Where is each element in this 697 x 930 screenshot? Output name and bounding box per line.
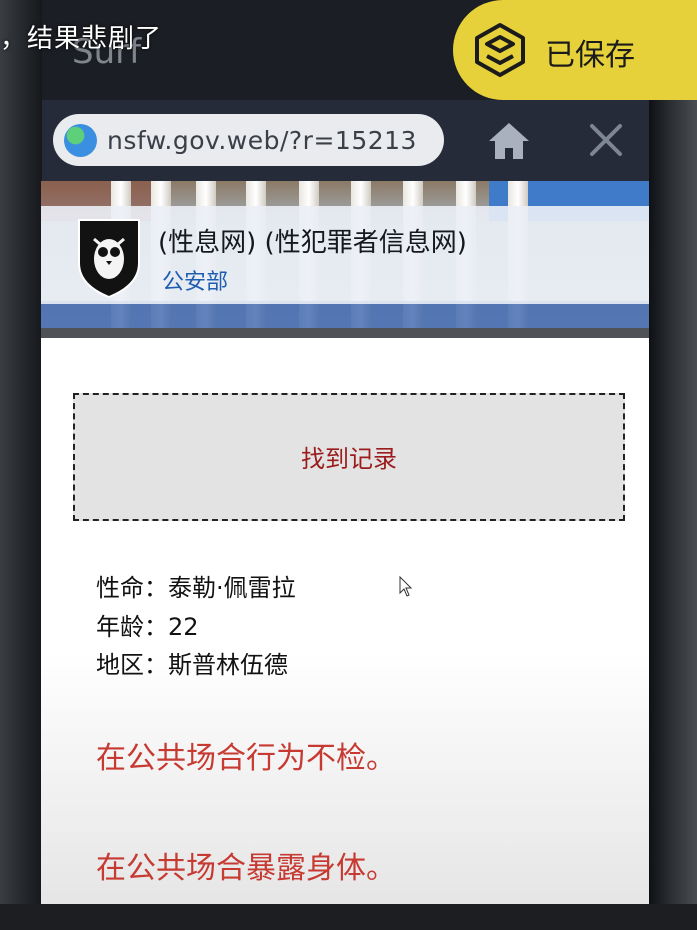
right-blur-edge xyxy=(649,0,697,930)
globe-icon xyxy=(64,124,97,157)
profile-region-row: 地区：斯普林伍德 xyxy=(96,645,288,680)
surf-logo-icon xyxy=(475,23,525,77)
site-subtitle-link[interactable]: 公安部 xyxy=(162,264,228,296)
age-label: 年龄： xyxy=(96,613,168,641)
mouse-cursor-icon xyxy=(399,576,413,597)
charge-item: 在公共场合行为不检。 xyxy=(96,741,396,776)
header-divider xyxy=(41,328,649,338)
region-value: 斯普林伍德 xyxy=(168,651,288,679)
record-found-box: 找到记录 xyxy=(73,393,625,521)
home-icon[interactable] xyxy=(486,120,532,162)
name-label: 性命： xyxy=(96,574,168,602)
close-icon[interactable] xyxy=(587,121,625,159)
record-status: 找到记录 xyxy=(301,445,397,473)
saved-label: 已保存 xyxy=(545,38,635,73)
video-subtitle-bar xyxy=(0,904,697,930)
video-caption-fragment: ，结果悲剧了 xyxy=(0,24,163,54)
charge-item: 在公共场合暴露身体。 xyxy=(96,851,396,886)
profile-name-row: 性命：泰勒·佩雷拉 xyxy=(96,568,296,603)
address-bar-url[interactable]: nsfw.gov.web/?r=15213 xyxy=(107,126,417,155)
site-title: (性息网) (性犯罪者信息网) xyxy=(158,228,467,258)
name-value: 泰勒·佩雷拉 xyxy=(168,574,296,602)
region-label: 地区： xyxy=(96,651,168,679)
age-value: 22 xyxy=(168,613,199,641)
police-shield-logo-icon xyxy=(78,219,140,299)
left-blur-edge xyxy=(0,0,42,930)
profile-age-row: 年龄：22 xyxy=(96,607,199,642)
